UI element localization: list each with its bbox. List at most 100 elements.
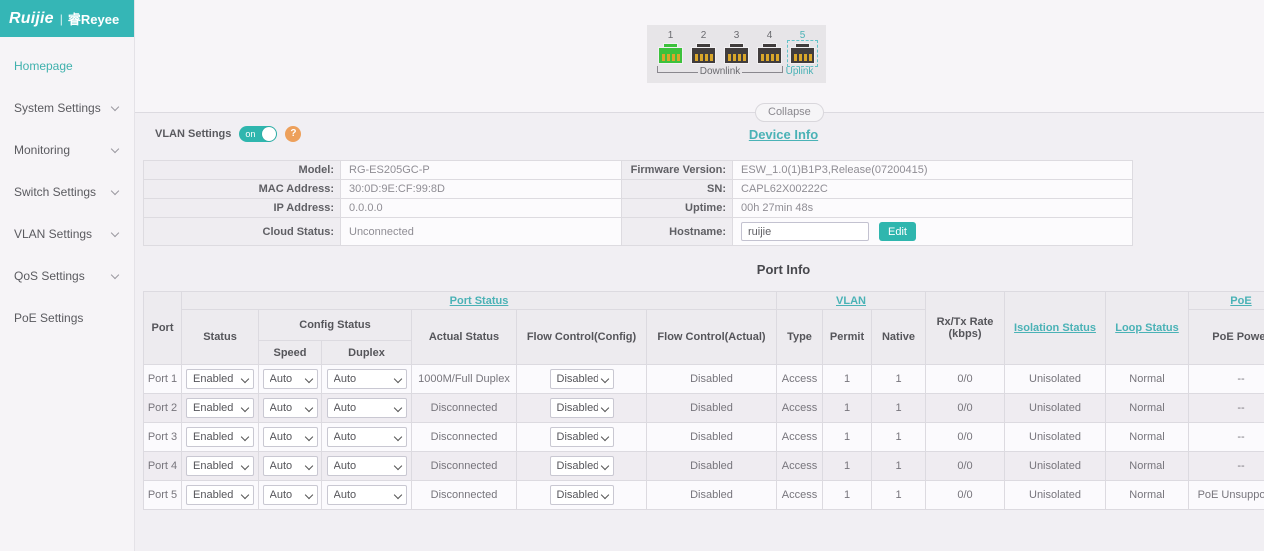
- flow-control-config-select-wrapper: Disabled: [550, 485, 614, 505]
- col-header-speed: Speed: [259, 341, 322, 365]
- loop-status-link[interactable]: Loop Status: [1115, 322, 1179, 334]
- flow-control-config-select[interactable]: Disabled: [550, 369, 614, 389]
- speed-select-cell: Auto: [259, 365, 322, 394]
- status-select-cell: Enabled: [182, 452, 259, 481]
- rj45-pin: [738, 54, 741, 61]
- speed-select[interactable]: Auto: [263, 485, 318, 505]
- actual-status-cell: 1000M/Full Duplex: [412, 365, 517, 394]
- speed-select-wrapper: Auto: [263, 456, 318, 476]
- status-select[interactable]: Enabled: [186, 427, 254, 447]
- status-select[interactable]: Enabled: [186, 369, 254, 389]
- port-3[interactable]: 3: [723, 30, 750, 64]
- port-number-label: 1: [668, 30, 674, 42]
- downlink-bracket: Downlink: [657, 66, 783, 79]
- flow-control-config-select-cell: Disabled: [517, 452, 647, 481]
- flow-control-config-select[interactable]: Disabled: [550, 456, 614, 476]
- uplink-label: Uplink: [783, 66, 816, 79]
- edit-hostname-button[interactable]: Edit: [879, 222, 916, 241]
- speed-select[interactable]: Auto: [263, 369, 318, 389]
- loop-status-cell: Normal: [1106, 481, 1189, 510]
- cloud-status-label: Cloud Status:: [144, 218, 341, 246]
- actual-status-cell: Disconnected: [412, 423, 517, 452]
- col-header-native: Native: [872, 310, 926, 365]
- duplex-select[interactable]: Auto: [327, 369, 407, 389]
- rate-cell: 0/0: [926, 423, 1005, 452]
- device-port-panel-band: 12345 Downlink Uplink Collapse: [135, 0, 1264, 113]
- sidebar-item-switch-settings[interactable]: Switch Settings: [0, 171, 134, 213]
- speed-select[interactable]: Auto: [263, 398, 318, 418]
- rj45-pin: [771, 54, 774, 61]
- speed-select-cell: Auto: [259, 423, 322, 452]
- rate-header-line1: Rx/Tx Rate: [937, 316, 994, 328]
- duplex-select[interactable]: Auto: [327, 485, 407, 505]
- collapse-button[interactable]: Collapse: [755, 103, 824, 122]
- sidebar-item-system-settings[interactable]: System Settings: [0, 87, 134, 129]
- uptime-value: 00h 27min 48s: [733, 199, 1133, 218]
- ip-value: 0.0.0.0: [341, 199, 622, 218]
- vlan-settings-toggle[interactable]: on: [239, 126, 277, 142]
- duplex-select-cell: Auto: [322, 481, 412, 510]
- vlan-type-cell: Access: [777, 452, 823, 481]
- rj45-port-icon: [724, 43, 749, 64]
- speed-select-wrapper: Auto: [263, 369, 318, 389]
- sidebar-item-monitoring[interactable]: Monitoring: [0, 129, 134, 171]
- duplex-select-cell: Auto: [322, 394, 412, 423]
- port-4[interactable]: 4: [756, 30, 783, 64]
- status-select[interactable]: Enabled: [186, 485, 254, 505]
- device-info-link[interactable]: Device Info: [749, 127, 818, 142]
- port-info-title: Port Info: [143, 262, 1264, 277]
- rj45-port-icon: [658, 43, 683, 64]
- vlan-type-cell: Access: [777, 365, 823, 394]
- duplex-select-wrapper: Auto: [327, 485, 407, 505]
- firmware-value: ESW_1.0(1)B1P3,Release(07200415): [733, 161, 1133, 180]
- rj45-pin: [804, 54, 807, 61]
- port-table-row: Port 1EnabledAutoAuto1000M/Full DuplexDi…: [144, 365, 1264, 394]
- loop-status-cell: Normal: [1106, 452, 1189, 481]
- help-icon[interactable]: ?: [285, 126, 301, 142]
- sidebar-item-vlan-settings[interactable]: VLAN Settings: [0, 213, 134, 255]
- rj45-pin: [705, 54, 708, 61]
- duplex-select-cell: Auto: [322, 423, 412, 452]
- sidebar-item-poe-settings[interactable]: PoE Settings: [0, 297, 134, 339]
- flow-control-config-select[interactable]: Disabled: [550, 427, 614, 447]
- rj45-port-icon: [757, 43, 782, 64]
- duplex-select[interactable]: Auto: [327, 398, 407, 418]
- flow-control-config-select[interactable]: Disabled: [550, 398, 614, 418]
- speed-select[interactable]: Auto: [263, 456, 318, 476]
- hostname-input[interactable]: [741, 222, 869, 241]
- port-5[interactable]: 5: [789, 30, 816, 64]
- sidebar: Ruijie | 睿Reyee HomepageSystem SettingsM…: [0, 0, 135, 551]
- rj45-pin: [761, 54, 764, 61]
- col-header-permit: Permit: [823, 310, 872, 365]
- status-select[interactable]: Enabled: [186, 398, 254, 418]
- isolation-status-cell: Unisolated: [1005, 365, 1106, 394]
- status-select[interactable]: Enabled: [186, 456, 254, 476]
- col-header-status: Status: [182, 310, 259, 365]
- port-2[interactable]: 2: [690, 30, 717, 64]
- duplex-select[interactable]: Auto: [327, 456, 407, 476]
- port-table-row: Port 3EnabledAutoAutoDisconnectedDisable…: [144, 423, 1264, 452]
- rate-cell: 0/0: [926, 452, 1005, 481]
- col-header-poe: PoE: [1189, 292, 1264, 310]
- flow-control-config-select-wrapper: Disabled: [550, 427, 614, 447]
- status-select-cell: Enabled: [182, 365, 259, 394]
- sidebar-item-qos-settings[interactable]: QoS Settings: [0, 255, 134, 297]
- isolation-status-link[interactable]: Isolation Status: [1014, 322, 1096, 334]
- port-status-link[interactable]: Port Status: [450, 295, 509, 307]
- poe-link[interactable]: PoE: [1230, 295, 1251, 307]
- port-1[interactable]: 1: [657, 30, 684, 64]
- speed-select[interactable]: Auto: [263, 427, 318, 447]
- flow-control-config-select[interactable]: Disabled: [550, 485, 614, 505]
- uptime-label: Uptime:: [622, 199, 733, 218]
- sidebar-item-label: Switch Settings: [14, 185, 96, 199]
- sidebar-item-homepage[interactable]: Homepage: [0, 45, 134, 87]
- vlan-native-cell: 1: [872, 481, 926, 510]
- rj45-port-icon: [691, 43, 716, 64]
- rj45-pin: [776, 54, 779, 61]
- status-select-wrapper: Enabled: [186, 485, 254, 505]
- vlan-link[interactable]: VLAN: [836, 295, 866, 307]
- chevron-down-icon: [111, 270, 119, 278]
- speed-select-cell: Auto: [259, 481, 322, 510]
- duplex-select[interactable]: Auto: [327, 427, 407, 447]
- rate-cell: 0/0: [926, 481, 1005, 510]
